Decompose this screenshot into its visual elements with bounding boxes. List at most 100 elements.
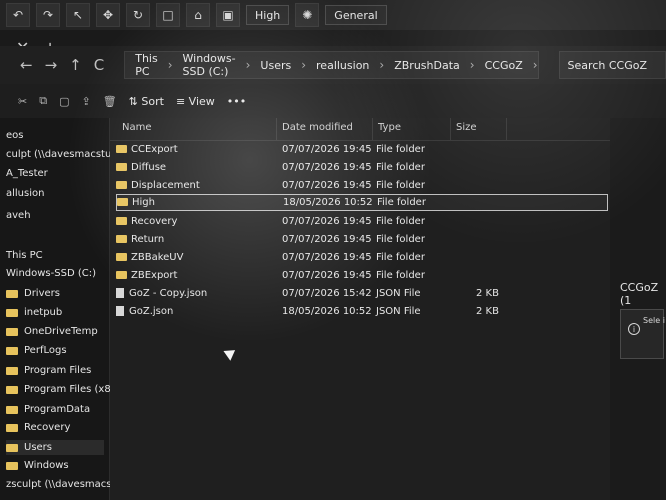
table-row[interactable]: CCExport 07/07/2026 19:45 File folder xyxy=(116,142,608,159)
json-file-icon xyxy=(116,288,124,298)
column-divider xyxy=(276,118,277,140)
folder-icon xyxy=(116,181,127,189)
table-row[interactable]: GoZ - Copy.json 07/07/2026 15:42 JSON Fi… xyxy=(116,286,608,303)
forward-button[interactable]: → xyxy=(45,56,58,74)
file-list-header: Name Date modified Type Size xyxy=(110,118,610,141)
table-row[interactable]: Diffuse 07/07/2026 19:45 File folder xyxy=(116,160,608,177)
table-row[interactable]: GoZ.json 18/05/2026 10:52 JSON File 2 KB xyxy=(116,304,608,321)
crumb-reallusion[interactable]: reallusion xyxy=(316,59,369,72)
more-button[interactable]: ••• xyxy=(227,95,246,108)
undo-button[interactable]: ↶ xyxy=(6,3,30,27)
folder-icon xyxy=(6,346,18,355)
crumb-separator: › xyxy=(379,58,385,72)
view-button[interactable]: ≡ View xyxy=(176,95,215,108)
date-cell: 07/07/2026 19:45 xyxy=(282,216,372,227)
date-cell: 18/05/2026 10:52 xyxy=(282,306,372,317)
sidebar-item-program-files[interactable]: Program Files xyxy=(6,365,91,376)
date-cell: 07/07/2026 19:45 xyxy=(282,180,372,191)
sidebar-item-this-pc[interactable]: This PC xyxy=(6,250,43,261)
sidebar-item-onedrivetemp[interactable]: OneDriveTemp xyxy=(6,326,98,337)
select-tool-button[interactable]: ↖ xyxy=(66,3,90,27)
table-row[interactable]: Recovery 07/07/2026 19:45 File folder xyxy=(116,214,608,231)
sidebar-item[interactable]: eos xyxy=(6,130,23,141)
top-toolbar: ↶ ↷ ↖ ✥ ↻ □ ⌂ ▣ High ✺ General xyxy=(0,0,666,30)
cut-icon[interactable]: ✂ xyxy=(18,95,27,108)
sidebar-item-drivers[interactable]: Drivers xyxy=(6,288,60,299)
crumb-zbrushdata[interactable]: ZBrushData xyxy=(394,59,460,72)
sidebar-item-windows[interactable]: Windows xyxy=(6,460,69,471)
json-file-icon xyxy=(116,306,124,316)
search-input[interactable]: Search CCGoZ xyxy=(558,51,666,79)
up-button[interactable]: ↑ xyxy=(69,56,82,74)
folder-icon xyxy=(6,308,18,317)
folder-icon xyxy=(116,145,127,153)
crumb-drive[interactable]: Windows-SSD (C:) xyxy=(183,52,236,78)
sidebar-item-perflogs[interactable]: PerfLogs xyxy=(6,345,67,356)
crumb-separator: › xyxy=(301,58,307,72)
high-select[interactable]: High xyxy=(246,5,290,25)
header-type[interactable]: Type xyxy=(378,122,401,133)
type-cell: File folder xyxy=(376,180,425,191)
refresh-button[interactable]: C xyxy=(94,56,104,74)
general-select[interactable]: General xyxy=(325,5,387,25)
delete-icon[interactable]: 🗑 xyxy=(103,95,117,108)
crumb-separator: › xyxy=(167,58,173,72)
sidebar-item[interactable]: allusion xyxy=(6,188,44,199)
folder-icon xyxy=(6,289,18,298)
column-divider xyxy=(506,118,507,140)
info-text: Sele infor clou xyxy=(643,316,665,325)
home-button[interactable]: ⌂ xyxy=(186,3,210,27)
name-cell: High xyxy=(117,197,155,208)
sidebar-item-users[interactable]: Users xyxy=(6,440,104,455)
crumb-separator: › xyxy=(532,58,538,72)
table-row[interactable]: ZBExport 07/07/2026 19:45 File folder xyxy=(116,268,608,285)
header-name[interactable]: Name xyxy=(122,122,152,133)
table-row[interactable]: ZBBakeUV 07/07/2026 19:45 File folder xyxy=(116,250,608,267)
sidebar-item-drive[interactable]: Windows-SSD (C:) xyxy=(6,268,96,279)
type-cell: JSON File xyxy=(376,306,421,317)
info-icon: i xyxy=(628,323,640,335)
sidebar-item-recovery[interactable]: Recovery xyxy=(6,422,70,433)
sidebar-item-program-files-x86[interactable]: Program Files (x86) xyxy=(6,384,121,395)
name-cell: ZBBakeUV xyxy=(116,252,183,263)
share-icon[interactable]: ⇪ xyxy=(81,95,90,108)
header-size[interactable]: Size xyxy=(456,122,477,133)
scale-tool-button[interactable]: □ xyxy=(156,3,180,27)
crumb-this-pc[interactable]: This PC xyxy=(135,52,157,78)
table-row-selected[interactable]: High 18/05/2026 10:52 File folder xyxy=(116,194,608,211)
settings-icon[interactable]: ✺ xyxy=(295,3,320,27)
sidebar-item[interactable]: A_Tester xyxy=(6,168,48,179)
folder-icon xyxy=(6,385,18,394)
folder-icon xyxy=(117,198,128,206)
crumb-users[interactable]: Users xyxy=(260,59,291,72)
header-date-modified[interactable]: Date modified xyxy=(282,122,353,133)
table-row[interactable]: Return 07/07/2026 19:45 File folder xyxy=(116,232,608,249)
type-cell: File folder xyxy=(376,252,425,263)
copy-icon[interactable]: ⧉ xyxy=(39,94,47,108)
sidebar-item-programdata[interactable]: ProgramData xyxy=(6,404,90,415)
crumb-ccgoz[interactable]: CCGoZ xyxy=(485,59,523,72)
redo-button[interactable]: ↷ xyxy=(36,3,60,27)
column-divider xyxy=(450,118,451,140)
name-cell: GoZ - Copy.json xyxy=(116,288,207,299)
sidebar-item[interactable]: aveh xyxy=(6,210,31,221)
back-button[interactable]: ← xyxy=(20,56,33,74)
type-cell: JSON File xyxy=(376,288,421,299)
sort-button[interactable]: ⇅ Sort xyxy=(129,95,164,108)
navigation-pane: eos culpt (\\davesmacstudio.lan) ( A_Tes… xyxy=(0,118,159,500)
paste-icon[interactable]: ▢ xyxy=(59,95,69,108)
rotate-tool-button[interactable]: ↻ xyxy=(126,3,150,27)
column-divider xyxy=(372,118,373,140)
name-cell: GoZ.json xyxy=(116,306,173,317)
type-cell: File folder xyxy=(376,270,425,281)
move-tool-button[interactable]: ✥ xyxy=(96,3,120,27)
sidebar-item-inetpub[interactable]: inetpub xyxy=(6,307,62,318)
folder-icon xyxy=(116,253,127,261)
address-box[interactable]: This PC › Windows-SSD (C:) › Users › rea… xyxy=(124,51,539,79)
name-cell: Displacement xyxy=(116,180,200,191)
mesh-button[interactable]: ▣ xyxy=(216,3,240,27)
table-row[interactable]: Displacement 07/07/2026 19:45 File folde… xyxy=(116,178,608,195)
name-cell: Return xyxy=(116,234,164,245)
folder-icon xyxy=(6,461,18,470)
explorer-toolbar: ✂ ⧉ ▢ ⇪ 🗑 ⇅ Sort ≡ View ••• xyxy=(0,84,666,118)
